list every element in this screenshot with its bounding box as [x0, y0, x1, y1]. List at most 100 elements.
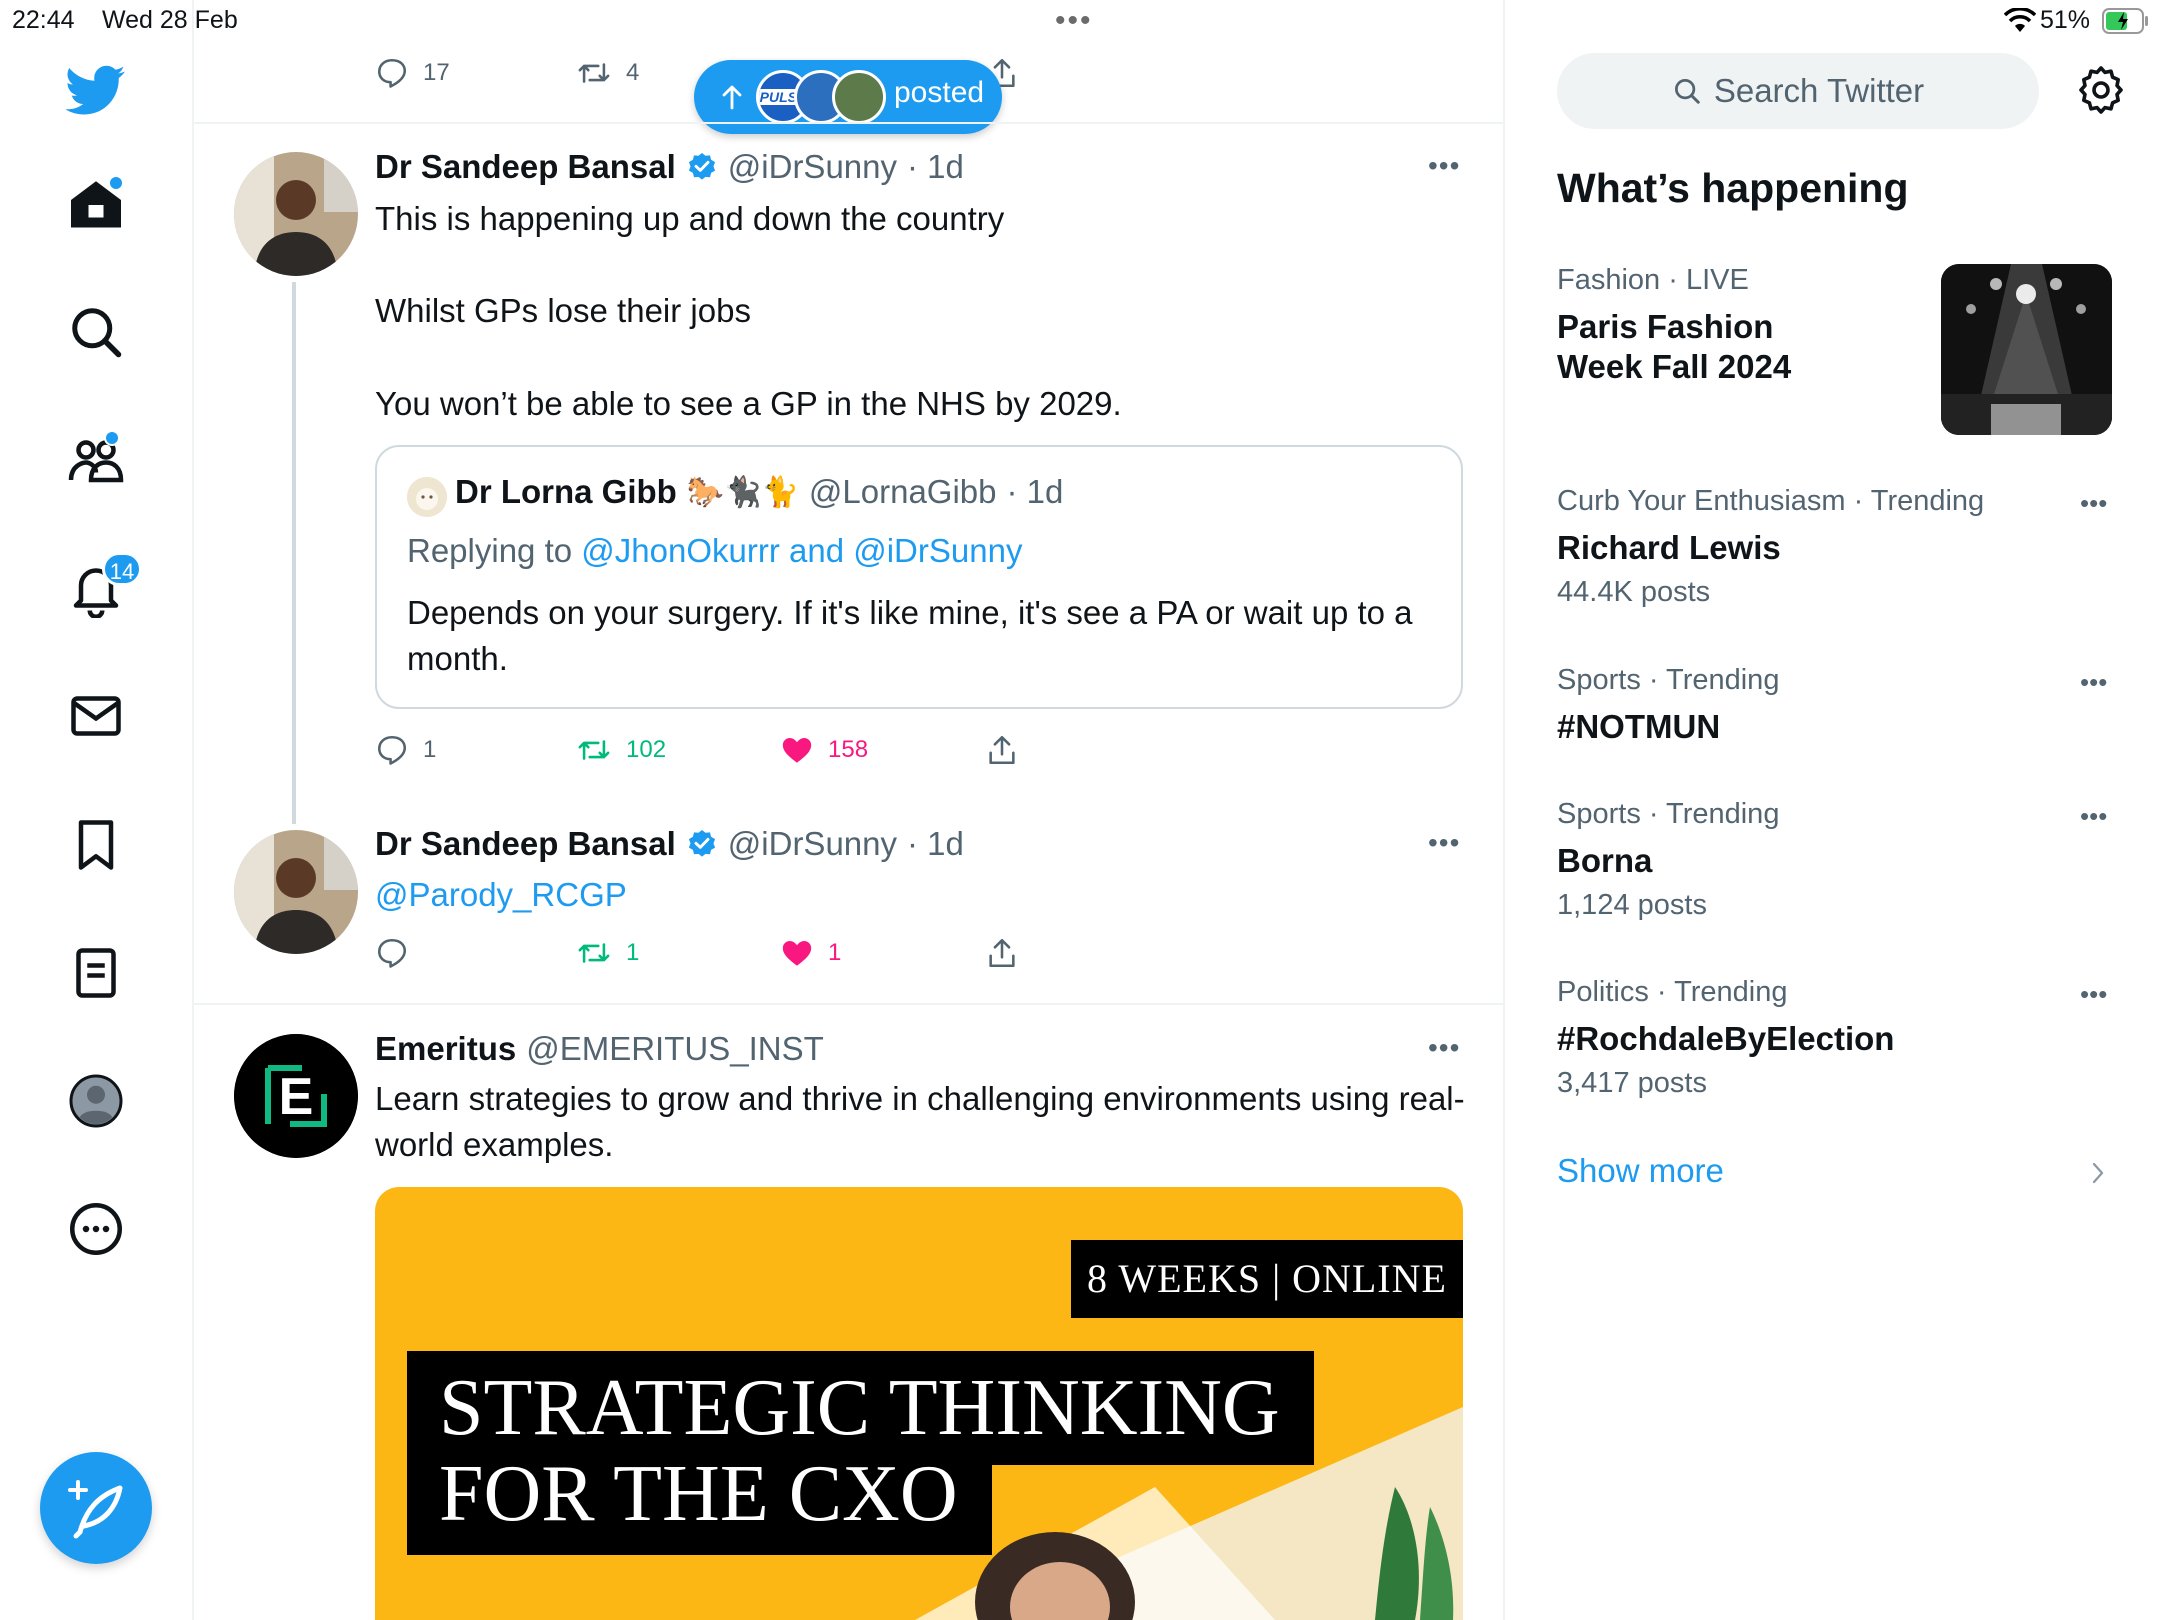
tweet-text: Learn strategies to grow and thrive in c…: [375, 1080, 1465, 1163]
verified-badge-icon: [688, 830, 715, 857]
tweet-more-icon[interactable]: •••: [1428, 1032, 1460, 1064]
avatar[interactable]: E: [234, 1034, 358, 1158]
posted-label: posted: [894, 76, 985, 109]
retweet-button[interactable]: 102: [576, 733, 666, 767]
thread-line: [292, 282, 296, 824]
trend-category: Curb Your Enthusiasm · Trending: [1557, 485, 1985, 517]
svg-text:E: E: [279, 1068, 314, 1126]
communities-icon[interactable]: [66, 430, 126, 490]
replying-to-prefix: Replying to: [407, 532, 573, 569]
home-icon[interactable]: [66, 175, 126, 235]
reply-icon: [377, 58, 407, 88]
trend-item[interactable]: Sports · Trending Borna 1,124 posts: [1557, 798, 1779, 922]
trend-item[interactable]: Curb Your Enthusiasm · Trending Richard …: [1557, 485, 1984, 609]
show-more-link[interactable]: Show more: [1557, 1152, 1724, 1190]
home-unread-dot: [108, 175, 124, 191]
heart-icon: [782, 940, 812, 966]
search-input[interactable]: Search Twitter: [1557, 53, 2039, 129]
twitter-logo[interactable]: [65, 60, 126, 120]
trend-posts: 3,417 posts: [1557, 1067, 1707, 1099]
trend-more-icon[interactable]: •••: [2080, 979, 2107, 1010]
quote-author-name: Dr Lorna Gibb: [455, 473, 677, 510]
bookmarks-icon[interactable]: [66, 815, 126, 875]
quoted-tweet[interactable]: Dr Lorna Gibb 🐎🐈‍⬛🐈 @LornaGibb · 1d Repl…: [375, 445, 1463, 709]
retweet-count: 4: [626, 59, 640, 86]
trend-item[interactable]: Politics · Trending #RochdaleByElection …: [1557, 976, 1894, 1100]
reply-count: 17: [423, 59, 450, 86]
replying-to-users[interactable]: @JhonOkurrr and @iDrSunny: [581, 532, 1022, 569]
retweet-icon: [578, 740, 610, 760]
share-icon[interactable]: [985, 733, 1019, 772]
quote-author-emoji: 🐎🐈‍⬛🐈: [686, 475, 799, 509]
author-name[interactable]: Emeritus: [375, 1030, 516, 1068]
author-handle[interactable]: @iDrSunny: [728, 148, 897, 186]
tweet-more-icon[interactable]: •••: [1428, 827, 1460, 859]
arrow-up-icon: [722, 85, 742, 110]
avatar[interactable]: [234, 152, 358, 276]
reply-button[interactable]: [375, 936, 409, 970]
tweet-text-line: You won’t be able to see a GP in the NHS…: [375, 385, 1122, 422]
quote-author-handle: @LornaGibb: [808, 473, 997, 510]
retweet-button[interactable]: 4: [576, 56, 639, 90]
author-name[interactable]: Dr Sandeep Bansal: [375, 825, 676, 863]
battery-percent: 51%: [2040, 6, 2091, 34]
trend-category: Politics · Trending: [1557, 976, 1788, 1008]
retweet-button[interactable]: 1: [576, 936, 639, 970]
tweet-header: Emeritus @EMERITUS_INST: [375, 1030, 824, 1068]
author-name[interactable]: Dr Sandeep Bansal: [375, 148, 676, 186]
share-icon[interactable]: [985, 936, 1019, 975]
heart-icon: [782, 737, 812, 763]
settings-gear-icon[interactable]: [2077, 66, 2125, 119]
trend-image[interactable]: [1941, 264, 2112, 435]
timeline-divider: [1503, 0, 1505, 1620]
like-button[interactable]: 1: [780, 936, 841, 970]
messages-icon[interactable]: [66, 686, 126, 746]
more-icon[interactable]: [66, 1199, 126, 1259]
communities-unread-dot: [104, 430, 120, 446]
trend-item[interactable]: Fashion · LIVE Paris Fashion Week Fall 2…: [1557, 264, 1847, 387]
tweet-time[interactable]: · 1d: [907, 148, 964, 186]
status-time: 22:44: [12, 6, 75, 34]
chevron-right-icon[interactable]: [2088, 1160, 2108, 1191]
reply-button[interactable]: 1: [375, 733, 436, 767]
mention-link[interactable]: @Parody_RCGP: [375, 872, 627, 918]
like-button[interactable]: 158: [780, 733, 868, 767]
trend-item[interactable]: Sports · Trending #NOTMUN: [1557, 664, 1779, 747]
tweet-time[interactable]: · 1d: [907, 825, 964, 863]
promo-badge: 8 WEEKS | ONLINE: [1071, 1240, 1463, 1318]
trend-posts: 44.4K posts: [1557, 576, 1711, 608]
battery-icon: [2102, 8, 2150, 39]
lists-icon[interactable]: [66, 943, 126, 1003]
status-date: Wed 28 Feb: [102, 6, 238, 34]
search-placeholder: Search Twitter: [1713, 72, 1925, 109]
search-icon[interactable]: [66, 302, 126, 362]
trend-posts: 1,124 posts: [1557, 889, 1707, 921]
tweet-text-line: This is happening up and down the countr…: [375, 200, 1005, 237]
promo-image[interactable]: 8 WEEKS | ONLINE STRATEGIC THINKING FOR …: [375, 1187, 1463, 1620]
trend-more-icon[interactable]: •••: [2080, 488, 2107, 519]
trend-more-icon[interactable]: •••: [2080, 801, 2107, 832]
reply-count: 1: [423, 736, 437, 763]
avatar[interactable]: [234, 830, 358, 954]
profile-icon[interactable]: [66, 1071, 126, 1131]
retweet-count: 102: [626, 736, 667, 763]
trend-title: Richard Lewis: [1557, 529, 1781, 566]
trend-more-icon[interactable]: •••: [2080, 667, 2107, 698]
replying-to: Replying to @JhonOkurrr and @iDrSunny: [407, 532, 1022, 570]
notifications-icon[interactable]: 14: [66, 552, 142, 619]
reply-button[interactable]: 17: [375, 56, 450, 90]
compose-tweet-button[interactable]: [40, 1452, 152, 1564]
author-handle[interactable]: @iDrSunny: [728, 825, 897, 863]
multitasking-dots-icon[interactable]: •••: [1055, 4, 1093, 38]
trend-title: Paris Fashion Week Fall 2024: [1557, 308, 1792, 385]
trend-category: Fashion · LIVE: [1557, 264, 1749, 296]
verified-badge-icon: [688, 153, 715, 180]
notification-count-badge: 14: [102, 552, 142, 586]
reply-icon: [377, 735, 407, 765]
trend-category: Sports · Trending: [1557, 664, 1780, 696]
trend-title: #NOTMUN: [1557, 708, 1721, 745]
author-handle[interactable]: @EMERITUS_INST: [526, 1030, 824, 1068]
tweet-more-icon[interactable]: •••: [1428, 150, 1460, 182]
whats-happening-heading: What’s happening: [1557, 165, 1909, 211]
retweet-count: 1: [626, 939, 640, 966]
